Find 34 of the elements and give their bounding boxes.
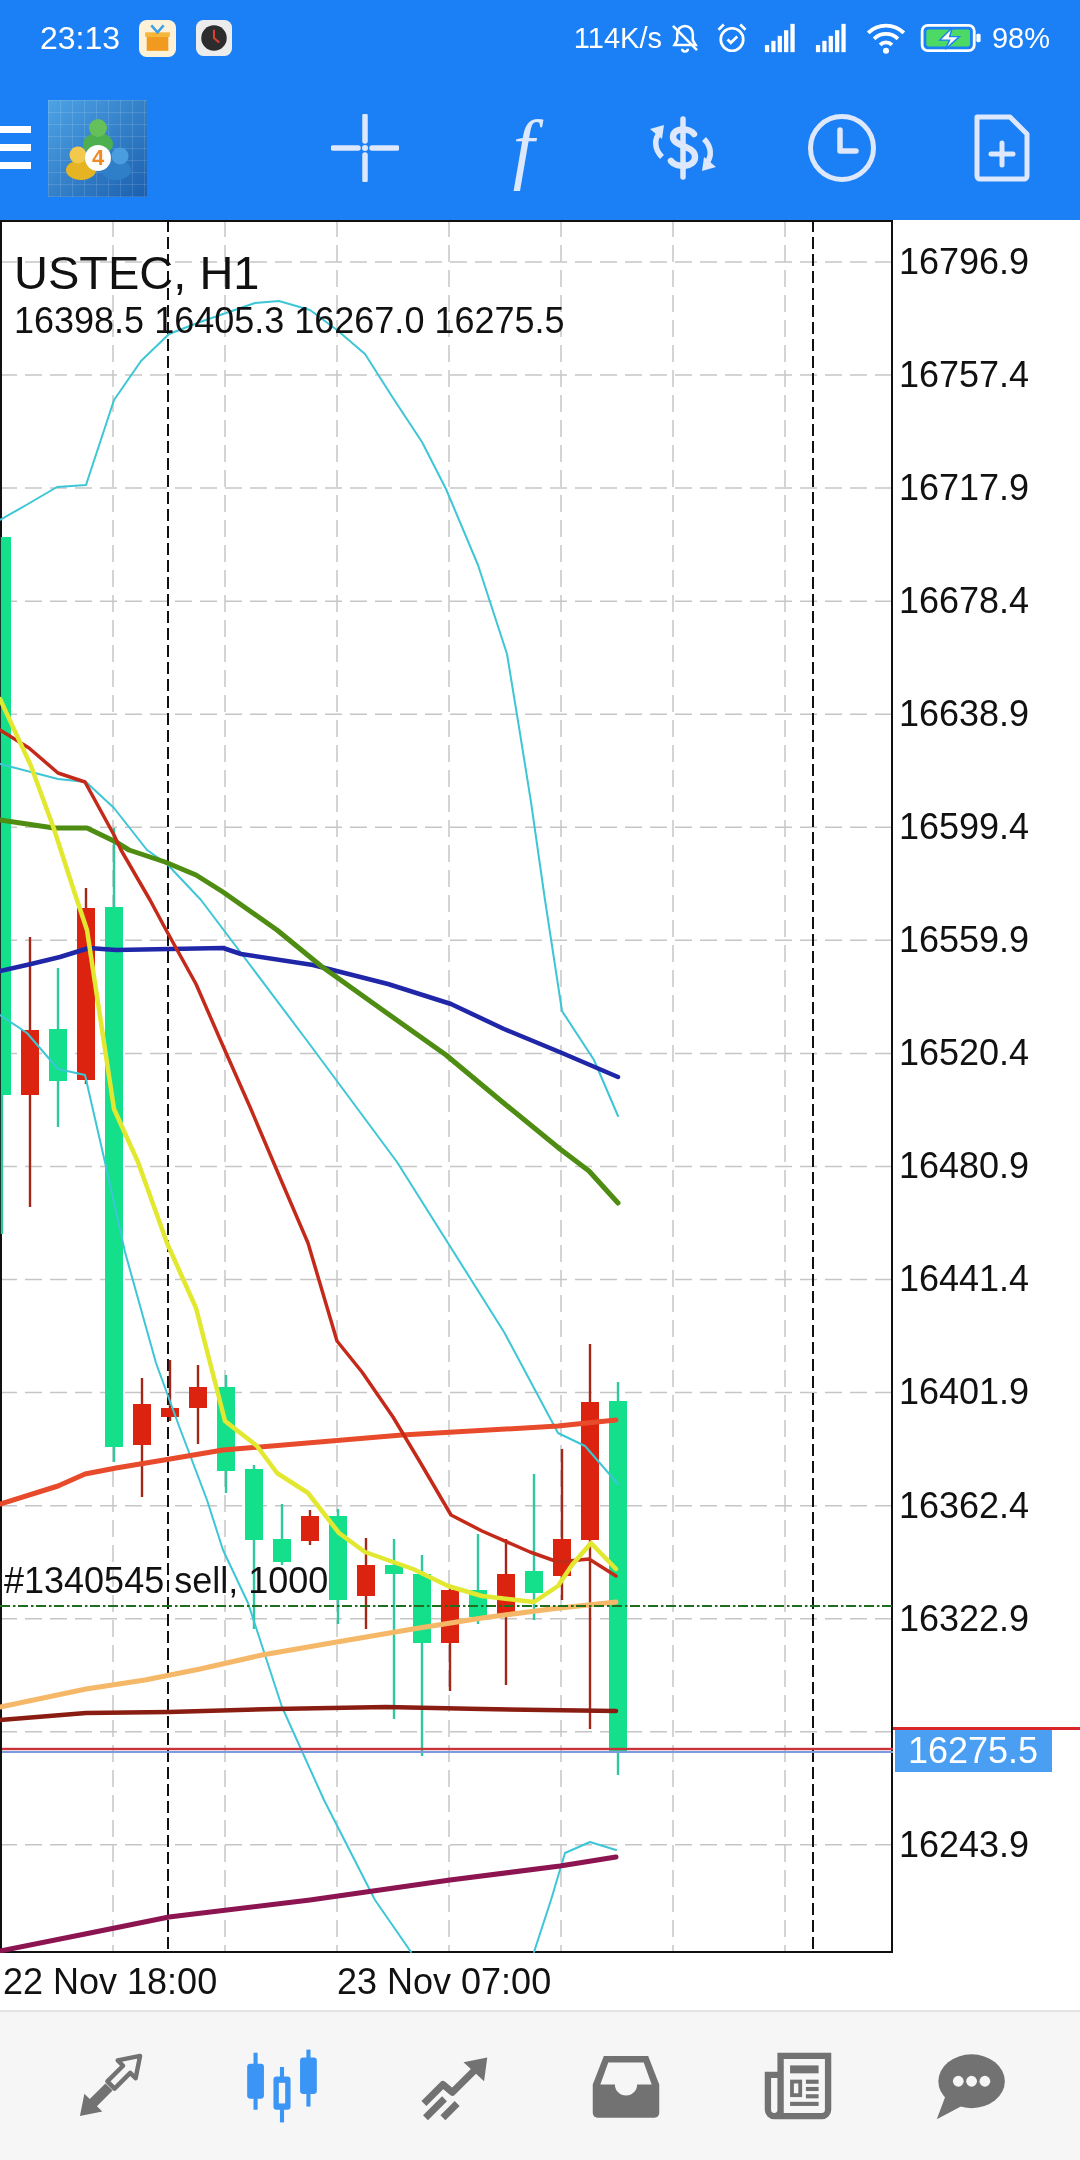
logo-number: 4	[90, 145, 106, 170]
price-label: 16796.9	[899, 244, 1030, 280]
price-label: 16322.9	[899, 1600, 1030, 1637]
price-label: 16559.9	[899, 922, 1030, 959]
price-label: 16520.4	[899, 1035, 1030, 1072]
network-speed: 114K/s	[573, 21, 662, 55]
clock-icon	[196, 20, 233, 56]
gift-box-icon	[139, 19, 177, 57]
app-logo[interactable]: 4	[48, 99, 147, 197]
clock-icon[interactable]	[806, 113, 877, 183]
candle	[161, 1360, 179, 1421]
price-label: 16717.9	[899, 470, 1030, 507]
price-label: 16480.9	[899, 1148, 1030, 1185]
battery-percent: 98%	[991, 21, 1050, 55]
price-label: 16401.9	[899, 1374, 1030, 1411]
price-label: 16638.9	[899, 696, 1030, 733]
candlestick-icon[interactable]	[244, 2048, 320, 2124]
price-label: 16678.4	[899, 583, 1030, 620]
symbol-title: USTEC, H1	[14, 249, 261, 296]
time-label: 23 Nov 07:00	[337, 1963, 552, 2000]
crosshair-icon[interactable]	[330, 114, 399, 182]
charging-battery-icon	[919, 21, 982, 55]
status-time: 23:13	[40, 20, 121, 56]
current-price-tag: 16275.5	[895, 1729, 1052, 1772]
price-label: 16243.9	[899, 1826, 1030, 1863]
price-label: 16757.4	[899, 357, 1030, 394]
candle	[273, 1504, 291, 1565]
candle	[301, 1510, 319, 1545]
price-label: 16362.4	[899, 1487, 1030, 1524]
time-label: 22 Nov 18:00	[3, 1963, 218, 2000]
menu-icon[interactable]	[0, 126, 31, 170]
wifi-icon	[864, 21, 907, 55]
price-label: 16599.4	[899, 809, 1030, 846]
price-label: 16441.4	[899, 1261, 1030, 1298]
